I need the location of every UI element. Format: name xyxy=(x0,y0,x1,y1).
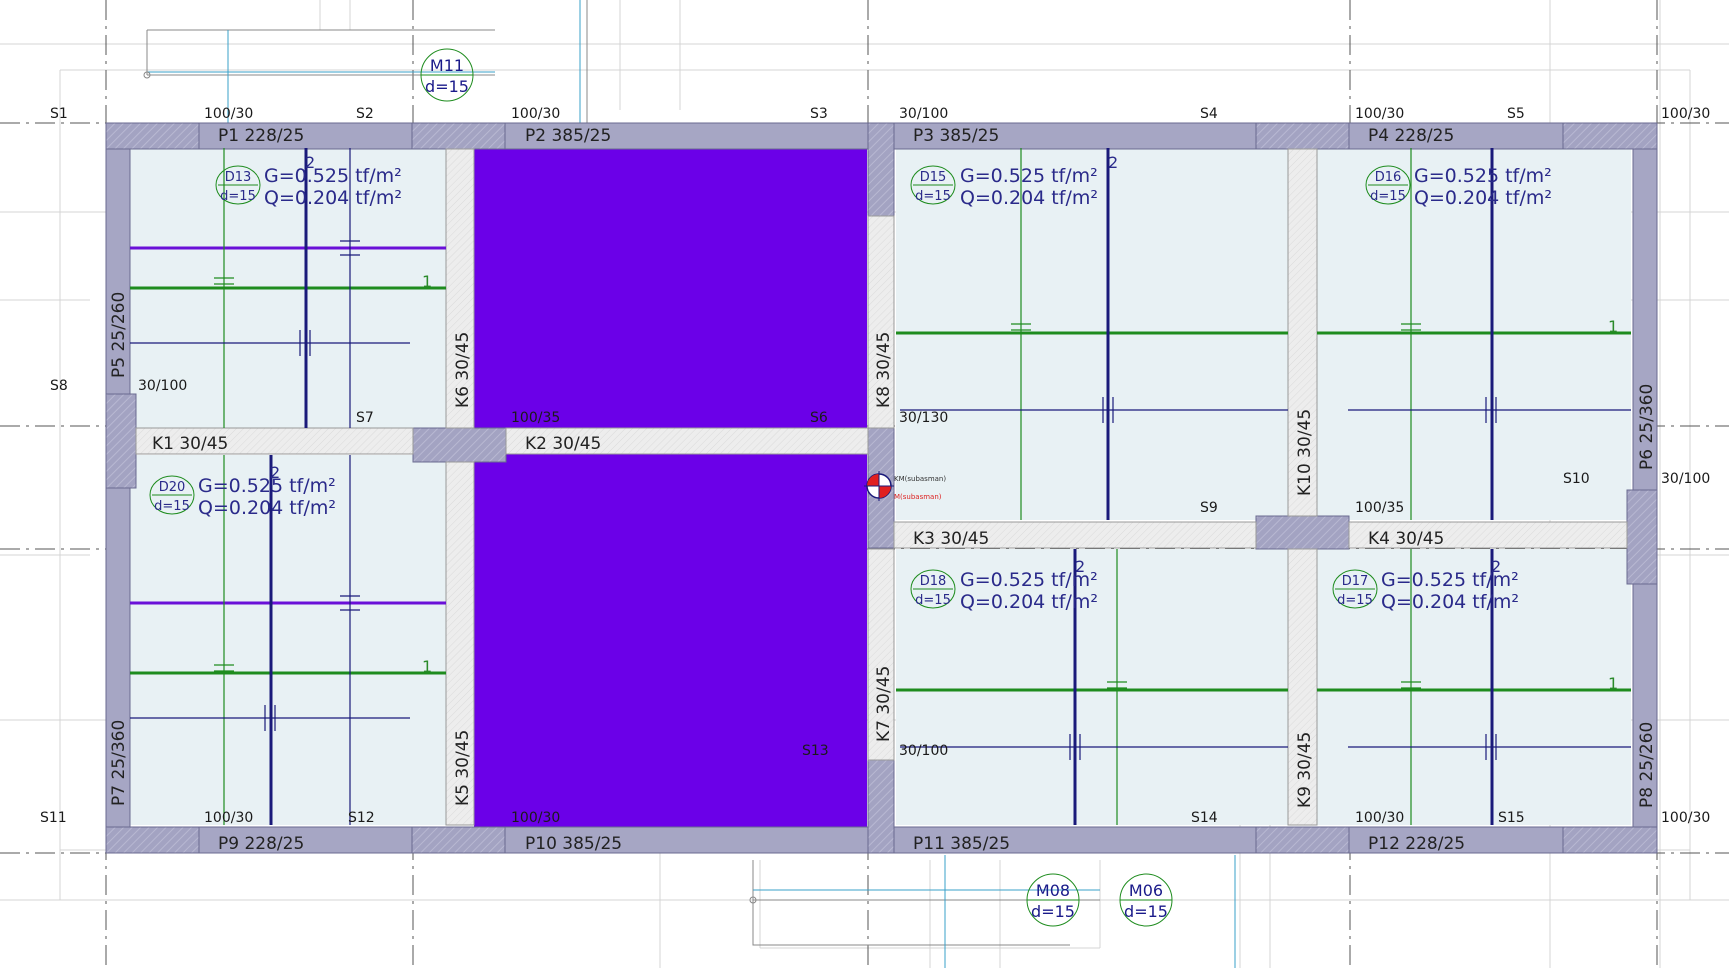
rebar-marker-2: 2 xyxy=(1491,557,1501,576)
wall-label-p12: P12 228/25 xyxy=(1368,834,1465,854)
slab-dead-load: G=0.525 tf/m² xyxy=(1414,165,1552,187)
section-s6: S6 xyxy=(810,410,828,426)
dim-label: 100/30 xyxy=(1355,810,1404,826)
slab-thickness: d=15 xyxy=(915,189,951,204)
m-label: M(subasman) xyxy=(894,493,942,501)
slab-live-load: Q=0.204 tf/m² xyxy=(264,187,402,209)
stairwell-void[interactable] xyxy=(474,146,867,830)
slab-thickness: d=15 xyxy=(1370,189,1406,204)
mat-badge-m06: M06 d=15 xyxy=(1119,873,1173,927)
mat-badge-m08: M08 d=15 xyxy=(1026,873,1080,927)
slab-live-load: Q=0.204 tf/m² xyxy=(960,591,1098,613)
dim-label: 30/100 xyxy=(899,106,948,122)
mat-badge-m11: M11 d=15 xyxy=(420,48,474,102)
slab-dead-load: G=0.525 tf/m² xyxy=(960,165,1098,187)
dim-label: 100/30 xyxy=(1661,106,1710,122)
wall-label-p2: P2 385/25 xyxy=(525,126,611,146)
wall-label-p6: P6 25/360 xyxy=(1637,384,1657,470)
km-label: KM(subasman) xyxy=(894,475,946,483)
slab-dead-load: G=0.525 tf/m² xyxy=(198,475,336,497)
beam-label-k5: K5 30/45 xyxy=(453,730,473,806)
section-s7: S7 xyxy=(356,410,374,426)
dim-label: 30/100 xyxy=(899,743,948,759)
beam-label-k9: K9 30/45 xyxy=(1295,732,1315,808)
wall-label-p7: P7 25/360 xyxy=(109,720,129,806)
dim-label: 100/30 xyxy=(1661,810,1710,826)
dim-label: 30/100 xyxy=(138,378,187,394)
beam-label-k2: K2 30/45 xyxy=(525,434,601,454)
rebar-marker-2: 2 xyxy=(270,463,280,482)
dim-label: 100/35 xyxy=(1355,500,1404,516)
section-s9: S9 xyxy=(1200,500,1218,516)
beam-label-k6: K6 30/45 xyxy=(453,332,473,408)
wall-label-p10: P10 385/25 xyxy=(525,834,622,854)
slab-id: D15 xyxy=(920,170,947,185)
slab-thickness: d=15 xyxy=(1337,593,1373,608)
beam-label-k4: K4 30/45 xyxy=(1368,529,1444,549)
slab-id: D20 xyxy=(159,480,186,495)
slab-id: D13 xyxy=(225,170,252,185)
section-s8: S8 xyxy=(50,378,68,394)
wall-label-p1: P1 228/25 xyxy=(218,126,304,146)
beam-label-k8: K8 30/45 xyxy=(874,332,894,408)
mat-thickness: d=15 xyxy=(425,77,469,96)
section-s5: S5 xyxy=(1507,106,1525,122)
mat-thickness: d=15 xyxy=(1124,902,1168,921)
beam-label-k7: K7 30/45 xyxy=(874,666,894,742)
floor-plan-canvas[interactable]: KM(subasman) M(subasman) S1 S2 S3 S4 S5 … xyxy=(0,0,1729,968)
rebar-marker-1: 1 xyxy=(422,272,432,291)
slab-live-load: Q=0.204 tf/m² xyxy=(960,187,1098,209)
section-s1: S1 xyxy=(50,106,68,122)
wall-label-p8: P8 25/260 xyxy=(1637,722,1657,808)
mat-id: M08 xyxy=(1036,881,1070,900)
dim-label: 100/35 xyxy=(511,410,560,426)
section-s3: S3 xyxy=(810,106,828,122)
dim-label: 100/30 xyxy=(204,810,253,826)
slab-id: D16 xyxy=(1375,170,1402,185)
slab-thickness: d=15 xyxy=(154,499,190,514)
rebar-marker-2: 2 xyxy=(1075,557,1085,576)
wall-label-p4: P4 228/25 xyxy=(1368,126,1454,146)
section-s4: S4 xyxy=(1200,106,1218,122)
mat-id: M06 xyxy=(1129,881,1163,900)
section-s13: S13 xyxy=(802,743,829,759)
section-s10: S10 xyxy=(1563,471,1590,487)
slab-dead-load: G=0.525 tf/m² xyxy=(264,165,402,187)
rebar-marker-2: 2 xyxy=(1108,153,1118,172)
rebar-marker-1: 1 xyxy=(422,657,432,676)
beam-label-k1: K1 30/45 xyxy=(152,434,228,454)
wall-label-p9: P9 228/25 xyxy=(218,834,304,854)
slab-id: D18 xyxy=(920,574,947,589)
slab-live-load: Q=0.204 tf/m² xyxy=(198,497,336,519)
slab-live-load: Q=0.204 tf/m² xyxy=(1414,187,1552,209)
section-s12: S12 xyxy=(348,810,375,826)
section-s14: S14 xyxy=(1191,810,1218,826)
section-s11: S11 xyxy=(40,810,67,826)
dim-label: 100/30 xyxy=(204,106,253,122)
dim-label: 30/100 xyxy=(1661,471,1710,487)
rebar-marker-1: 1 xyxy=(1608,317,1618,336)
wall-label-p5: P5 25/260 xyxy=(109,292,129,378)
mat-id: M11 xyxy=(430,56,464,75)
wall-label-p11: P11 385/25 xyxy=(913,834,1010,854)
dim-label: 30/130 xyxy=(899,410,948,426)
slab-thickness: d=15 xyxy=(915,593,951,608)
wall-label-p3: P3 385/25 xyxy=(913,126,999,146)
dim-label: 100/30 xyxy=(511,810,560,826)
rebar-marker-1: 1 xyxy=(1608,674,1618,693)
slab-id: D17 xyxy=(1342,574,1369,589)
dim-label: 100/30 xyxy=(511,106,560,122)
mat-thickness: d=15 xyxy=(1031,902,1075,921)
rebar-marker-2: 2 xyxy=(305,153,315,172)
section-s15: S15 xyxy=(1498,810,1525,826)
beam-label-k10: K10 30/45 xyxy=(1295,409,1315,496)
dim-label: 100/30 xyxy=(1355,106,1404,122)
beam-label-k3: K3 30/45 xyxy=(913,529,989,549)
section-s2: S2 xyxy=(356,106,374,122)
slab-thickness: d=15 xyxy=(220,189,256,204)
slab-live-load: Q=0.204 tf/m² xyxy=(1381,591,1519,613)
